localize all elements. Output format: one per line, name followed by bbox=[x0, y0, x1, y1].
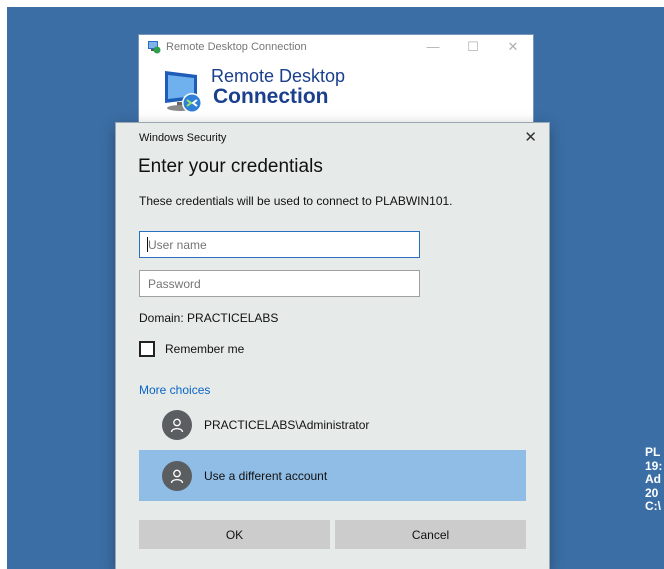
account-option-different[interactable]: Use a different account bbox=[139, 450, 526, 501]
more-choices-link[interactable]: More choices bbox=[139, 383, 210, 397]
dialog-heading: Enter your credentials bbox=[138, 156, 323, 177]
ok-button[interactable]: OK bbox=[139, 520, 330, 549]
remote-desktop-logo-icon bbox=[165, 71, 202, 113]
user-avatar-icon bbox=[162, 409, 192, 440]
domain-label: Domain: PRACTICELABS bbox=[139, 311, 279, 325]
account-label: Use a different account bbox=[204, 468, 328, 483]
rdc-window-title: Remote Desktop Connection bbox=[166, 41, 307, 53]
desktop-info-line: 19: bbox=[645, 458, 663, 473]
maximize-button[interactable]: ☐ bbox=[453, 35, 493, 59]
banner-title-line1: Remote Desktop bbox=[211, 66, 346, 86]
username-input[interactable] bbox=[139, 231, 420, 258]
windows-security-dialog: Windows Security ✕ Enter your credential… bbox=[116, 123, 549, 569]
dialog-close-button[interactable]: ✕ bbox=[524, 128, 537, 146]
dialog-title: Windows Security bbox=[139, 132, 227, 144]
rdc-window: Remote Desktop Connection — ☐ ✕ Remote D… bbox=[139, 35, 533, 131]
desktop: Remote Desktop Connection — ☐ ✕ Remote D… bbox=[7, 7, 664, 569]
desktop-info-line: C:\ bbox=[645, 499, 661, 513]
minimize-button[interactable]: — bbox=[413, 35, 453, 59]
dialog-description: These credentials will be used to connec… bbox=[139, 194, 453, 208]
password-input[interactable] bbox=[139, 270, 420, 297]
rdc-titlebar[interactable]: Remote Desktop Connection — ☐ ✕ bbox=[139, 35, 533, 59]
desktop-info-text: PL 19: Ad 20 C:\ bbox=[645, 446, 664, 514]
account-label: PRACTICELABS\Administrator bbox=[204, 417, 370, 432]
desktop-info-line: PL bbox=[645, 446, 661, 459]
remember-me-checkbox[interactable] bbox=[139, 341, 155, 357]
remote-desktop-icon bbox=[148, 41, 161, 54]
text-caret bbox=[147, 237, 148, 252]
cancel-button[interactable]: Cancel bbox=[335, 520, 526, 549]
user-avatar-icon bbox=[162, 460, 192, 491]
banner-title-line2: Connection bbox=[213, 85, 329, 108]
remember-me[interactable]: Remember me bbox=[139, 341, 244, 357]
close-button[interactable]: ✕ bbox=[493, 35, 533, 59]
desktop-info-line: Ad bbox=[645, 472, 661, 486]
account-option-administrator[interactable]: PRACTICELABS\Administrator bbox=[139, 399, 526, 450]
desktop-info-line: 20 bbox=[645, 485, 659, 500]
remember-me-label: Remember me bbox=[165, 342, 245, 356]
rdc-banner: Remote Desktop Connection bbox=[139, 59, 533, 129]
window-controls: — ☐ ✕ bbox=[413, 35, 533, 59]
